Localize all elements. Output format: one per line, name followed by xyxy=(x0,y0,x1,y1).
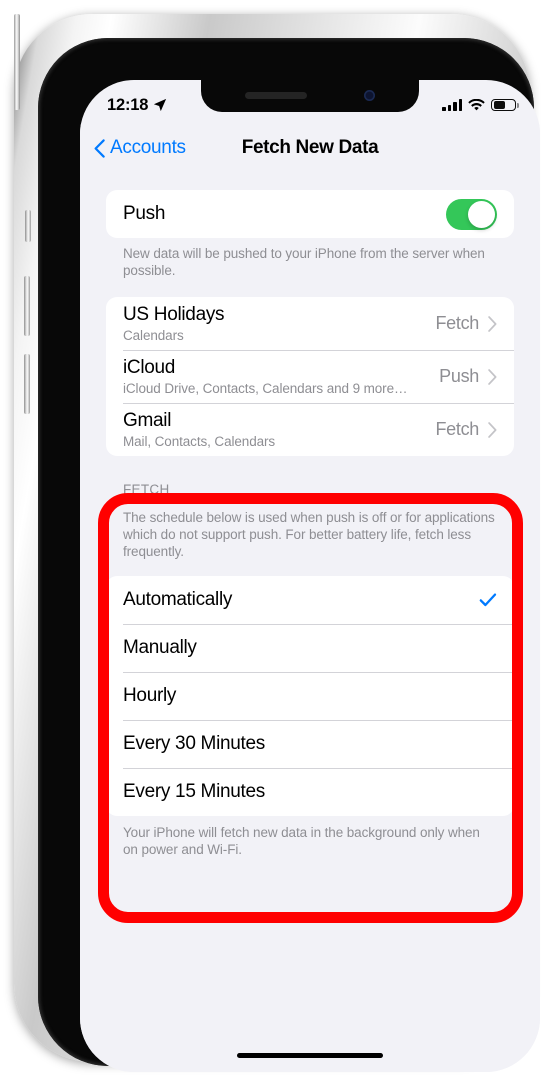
notch xyxy=(201,80,419,112)
push-label: Push xyxy=(123,203,166,224)
fetch-option-hourly[interactable]: Hourly xyxy=(106,672,514,720)
fetch-option-every-15-minutes[interactable]: Every 15 Minutes xyxy=(106,768,514,816)
wifi-icon xyxy=(468,98,485,110)
account-value: Fetch xyxy=(435,313,479,333)
phone-bezel: 12:18 Accounts Fetch New Data Push New d… xyxy=(38,38,540,1072)
account-title: Gmail xyxy=(123,410,172,431)
fetch-option-left: Every 30 Minutes xyxy=(123,726,497,762)
volume-down-button[interactable] xyxy=(24,354,30,414)
account-subtitle: Mail, Contacts, Calendars xyxy=(123,434,276,449)
chevron-right-icon xyxy=(488,315,497,332)
push-toggle-knob xyxy=(468,200,495,228)
chevron-left-icon xyxy=(94,138,105,158)
push-footnote: New data will be pushed to your iPhone f… xyxy=(123,246,485,278)
account-row-text: US Holidays Calendars xyxy=(123,297,435,350)
account-title: iCloud xyxy=(123,357,176,378)
fetch-section-header: FETCH xyxy=(123,482,170,497)
fetch-footnote: Your iPhone will fetch new data in the b… xyxy=(123,825,480,857)
accounts-card: US Holidays Calendars Fetch iCloud iClou… xyxy=(106,297,514,456)
fetch-option-label: Every 30 Minutes xyxy=(123,733,265,754)
account-value: Fetch xyxy=(435,419,479,439)
back-button[interactable]: Accounts xyxy=(94,137,186,159)
push-row[interactable]: Push xyxy=(106,190,514,238)
fetch-option-left: Manually xyxy=(123,630,497,666)
fetch-option-every-30-minutes[interactable]: Every 30 Minutes xyxy=(106,720,514,768)
mute-switch[interactable] xyxy=(25,210,31,242)
location-arrow-icon xyxy=(154,98,167,112)
status-bar-left: 12:18 xyxy=(107,96,167,115)
account-value: Push xyxy=(439,366,479,386)
volume-up-button[interactable] xyxy=(24,276,30,336)
fetch-option-automatically[interactable]: Automatically xyxy=(106,576,514,624)
account-row-text: Gmail Mail, Contacts, Calendars xyxy=(123,403,435,456)
settings-content: Push New data will be pushed to your iPh… xyxy=(80,172,540,1072)
earpiece-speaker-icon xyxy=(245,92,307,99)
chevron-right-icon xyxy=(488,421,497,438)
account-row-us-holidays[interactable]: US Holidays Calendars Fetch xyxy=(106,297,514,350)
fetch-option-label: Every 15 Minutes xyxy=(123,781,265,802)
fetch-schedule-card: Automatically Manually Hourly Every 30 M… xyxy=(106,576,514,816)
fetch-option-left: Hourly xyxy=(123,678,497,714)
fetch-option-label: Manually xyxy=(123,637,197,658)
phone-screen: 12:18 Accounts Fetch New Data Push New d… xyxy=(80,80,540,1072)
chevron-right-icon xyxy=(488,368,497,385)
account-row-icloud[interactable]: iCloud iCloud Drive, Contacts, Calendars… xyxy=(106,350,514,403)
push-card: Push xyxy=(106,190,514,238)
push-toggle[interactable] xyxy=(446,198,497,230)
clock-label: 12:18 xyxy=(107,95,149,114)
account-subtitle: iCloud Drive, Contacts, Calendars and 9 … xyxy=(123,381,408,396)
push-row-left: Push xyxy=(123,196,446,232)
account-row-text: iCloud iCloud Drive, Contacts, Calendars… xyxy=(123,350,439,403)
fetch-option-label: Hourly xyxy=(123,685,177,706)
fetch-option-left: Every 15 Minutes xyxy=(123,774,497,810)
power-button[interactable] xyxy=(14,14,20,110)
status-bar-right xyxy=(442,98,520,112)
account-row-gmail[interactable]: Gmail Mail, Contacts, Calendars Fetch xyxy=(106,403,514,456)
fetch-option-label: Automatically xyxy=(123,589,233,610)
back-button-label: Accounts xyxy=(110,137,186,158)
account-subtitle: Calendars xyxy=(123,328,184,343)
fetch-option-left: Automatically xyxy=(123,582,479,618)
front-camera-icon xyxy=(364,90,375,101)
checkmark-icon xyxy=(479,593,497,607)
navigation-bar: Accounts Fetch New Data xyxy=(80,124,540,172)
screenshot-root: 12:18 Accounts Fetch New Data Push New d… xyxy=(0,0,544,1080)
phone-frame: 12:18 Accounts Fetch New Data Push New d… xyxy=(14,14,540,1072)
battery-icon xyxy=(491,98,520,112)
signal-bars-icon xyxy=(442,99,462,111)
fetch-option-manually[interactable]: Manually xyxy=(106,624,514,672)
home-indicator[interactable] xyxy=(237,1052,383,1058)
fetch-description: The schedule below is used when push is … xyxy=(123,510,495,559)
account-title: US Holidays xyxy=(123,304,225,325)
